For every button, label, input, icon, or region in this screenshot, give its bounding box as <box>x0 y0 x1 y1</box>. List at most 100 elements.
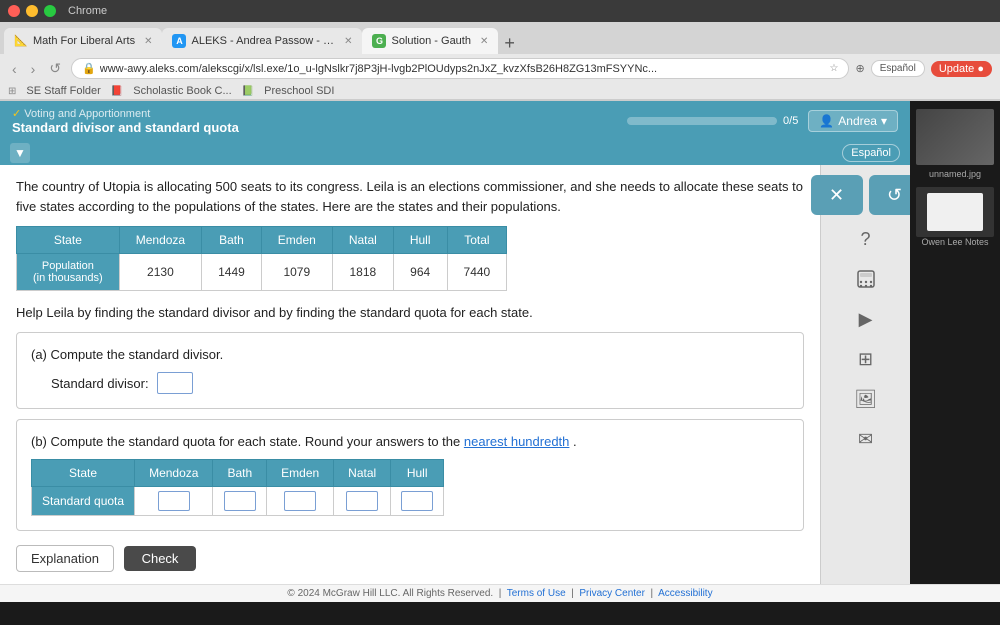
url-text: www-awy.aleks.com/alekscgi/x/lsl.exe/1o_… <box>100 63 826 75</box>
forward-button[interactable]: › <box>27 59 40 79</box>
grid-icon[interactable]: ⊞ <box>848 343 884 375</box>
row-header-population: Population(in thousands) <box>17 254 120 291</box>
col-header-bath: Bath <box>202 227 262 254</box>
quota-cell-mendoza <box>135 487 213 516</box>
quota-input-mendoza[interactable] <box>158 491 190 511</box>
help-text: Help Leila by finding the standard divis… <box>16 305 804 320</box>
cell-mendoza-pop: 2130 <box>119 254 201 291</box>
tab-solution[interactable]: G Solution - Gauth ✕ <box>362 28 498 54</box>
check-button[interactable]: Check <box>124 546 197 571</box>
calculator-icon[interactable] <box>848 263 884 295</box>
tab-label-aleks: ALEKS - Andrea Passow - Le... <box>191 35 335 47</box>
top-area: ✓ Voting and Apportionment Standard divi… <box>0 101 1000 584</box>
back-button[interactable]: ‹ <box>8 59 21 79</box>
url-box[interactable]: 🔒 www-awy.aleks.com/alekscgi/x/lsl.exe/1… <box>71 58 849 79</box>
nearest-hundredth-link[interactable]: nearest hundredth <box>464 434 570 449</box>
content-area: The country of Utopia is allocating 500 … <box>0 165 910 584</box>
update-button[interactable]: Update ● <box>931 61 992 77</box>
tab-close-solution[interactable]: ✕ <box>480 36 488 47</box>
photo-label: unnamed.jpg <box>929 169 981 179</box>
quota-input-hull[interactable] <box>401 491 433 511</box>
bookmark-se-staff[interactable]: SE Staff Folder <box>26 85 100 97</box>
user-name: Andrea <box>838 114 877 128</box>
notes-preview <box>927 193 983 231</box>
quota-col-hull: Hull <box>391 460 444 487</box>
help-icon[interactable]: ? <box>848 223 884 255</box>
cell-total-pop: 7440 <box>447 254 507 291</box>
standard-divisor-input[interactable] <box>157 372 193 394</box>
tab-bar: 📐 Math For Liberal Arts ✕ A ALEKS - Andr… <box>0 22 1000 54</box>
col-header-state: State <box>17 227 120 254</box>
check-icon: ✓ <box>12 108 21 120</box>
footer-terms-link[interactable]: Terms of Use <box>507 588 566 599</box>
quota-cell-hull <box>391 487 444 516</box>
aleks-header-left: ✓ Voting and Apportionment Standard divi… <box>12 107 239 135</box>
paused-button[interactable]: Español <box>871 60 925 77</box>
image-icon[interactable]: 🖼 <box>848 383 884 415</box>
footer-privacy-link[interactable]: Privacy Center <box>579 588 645 599</box>
quota-input-emden[interactable] <box>284 491 316 511</box>
problem-text: The country of Utopia is allocating 500 … <box>16 177 804 216</box>
task-box-a: (a) Compute the standard divisor. Standa… <box>16 332 804 409</box>
quota-cell-bath <box>213 487 267 516</box>
sd-label: Standard divisor: <box>51 376 149 391</box>
cell-emden-pop: 1079 <box>261 254 332 291</box>
tab-close-aleks[interactable]: ✕ <box>344 36 352 47</box>
title-bar: Chrome <box>0 0 1000 22</box>
aleks-main: ✓ Voting and Apportionment Standard divi… <box>0 101 910 584</box>
photo-thumbnail <box>916 109 994 165</box>
bookmark-preschool[interactable]: Preschool SDI <box>264 85 334 97</box>
mail-icon[interactable]: ✉ <box>848 423 884 455</box>
progress-bar-container: 0/5 <box>627 115 798 127</box>
close-button[interactable]: ✕ <box>811 175 863 215</box>
play-icon[interactable]: ▶ <box>848 303 884 335</box>
tab-math[interactable]: 📐 Math For Liberal Arts ✕ <box>4 28 162 54</box>
task-box-b: (b) Compute the standard quota for each … <box>16 419 804 531</box>
tab-aleks[interactable]: A ALEKS - Andrea Passow - Le... ✕ <box>162 28 362 54</box>
apps-icon[interactable]: ⊞ <box>8 86 16 97</box>
quota-cell-natal <box>334 487 391 516</box>
browser-actions: ⊕ Español Update ● <box>855 60 992 77</box>
footer-accessibility-link[interactable]: Accessibility <box>658 588 712 599</box>
progress-bar <box>627 117 777 125</box>
cell-hull-pop: 964 <box>393 254 447 291</box>
extensions-icon[interactable]: ⊕ <box>855 62 864 75</box>
col-header-total: Total <box>447 227 507 254</box>
browser-title: Chrome <box>68 5 107 17</box>
aleks-header-right: 0/5 👤 Andrea ▾ <box>627 110 898 132</box>
footer: © 2024 McGraw Hill LLC. All Rights Reser… <box>0 584 1000 602</box>
notes-thumbnail <box>916 187 994 237</box>
problem-content: The country of Utopia is allocating 500 … <box>0 165 820 584</box>
bookmark-icon-scholastic: 📕 <box>111 86 123 97</box>
tab-icon-math: 📐 <box>14 34 28 48</box>
cell-bath-pop: 1449 <box>202 254 262 291</box>
standard-divisor-row: Standard divisor: <box>31 372 789 394</box>
aleks-breadcrumb: ✓ Voting and Apportionment <box>12 107 239 120</box>
new-tab-button[interactable]: + <box>504 33 515 54</box>
quota-col-natal: Natal <box>334 460 391 487</box>
task-label-b: (b) Compute the standard quota for each … <box>31 434 789 449</box>
user-button[interactable]: 👤 Andrea ▾ <box>808 110 898 132</box>
quota-input-natal[interactable] <box>346 491 378 511</box>
fullscreen-traffic-light[interactable] <box>44 5 56 17</box>
espanol-button[interactable]: Español <box>842 144 900 162</box>
aleks-header: ✓ Voting and Apportionment Standard divi… <box>0 101 910 141</box>
explanation-button[interactable]: Explanation <box>16 545 114 572</box>
cell-natal-pop: 1818 <box>332 254 393 291</box>
tab-icon-solution: G <box>372 34 386 48</box>
task-label-a: (a) Compute the standard divisor. <box>31 347 789 362</box>
bookmark-icon[interactable]: ☆ <box>830 63 839 74</box>
reload-button[interactable]: ↺ <box>45 58 65 79</box>
collapse-button[interactable]: ▼ <box>10 143 30 163</box>
quota-input-bath[interactable] <box>224 491 256 511</box>
bookmark-scholastic[interactable]: Scholastic Book C... <box>133 85 231 97</box>
bookmarks-bar: ⊞ SE Staff Folder 📕 Scholastic Book C...… <box>0 83 1000 100</box>
minimize-traffic-light[interactable] <box>26 5 38 17</box>
col-header-mendoza: Mendoza <box>119 227 201 254</box>
close-traffic-light[interactable] <box>8 5 20 17</box>
tab-close-math[interactable]: ✕ <box>144 36 152 47</box>
image-panel: unnamed.jpg Owen Lee Notes <box>910 101 1000 584</box>
progress-text: 0/5 <box>783 115 798 127</box>
notes-label: Owen Lee Notes <box>921 237 988 247</box>
table-row: Population(in thousands) 2130 1449 1079 … <box>17 254 507 291</box>
